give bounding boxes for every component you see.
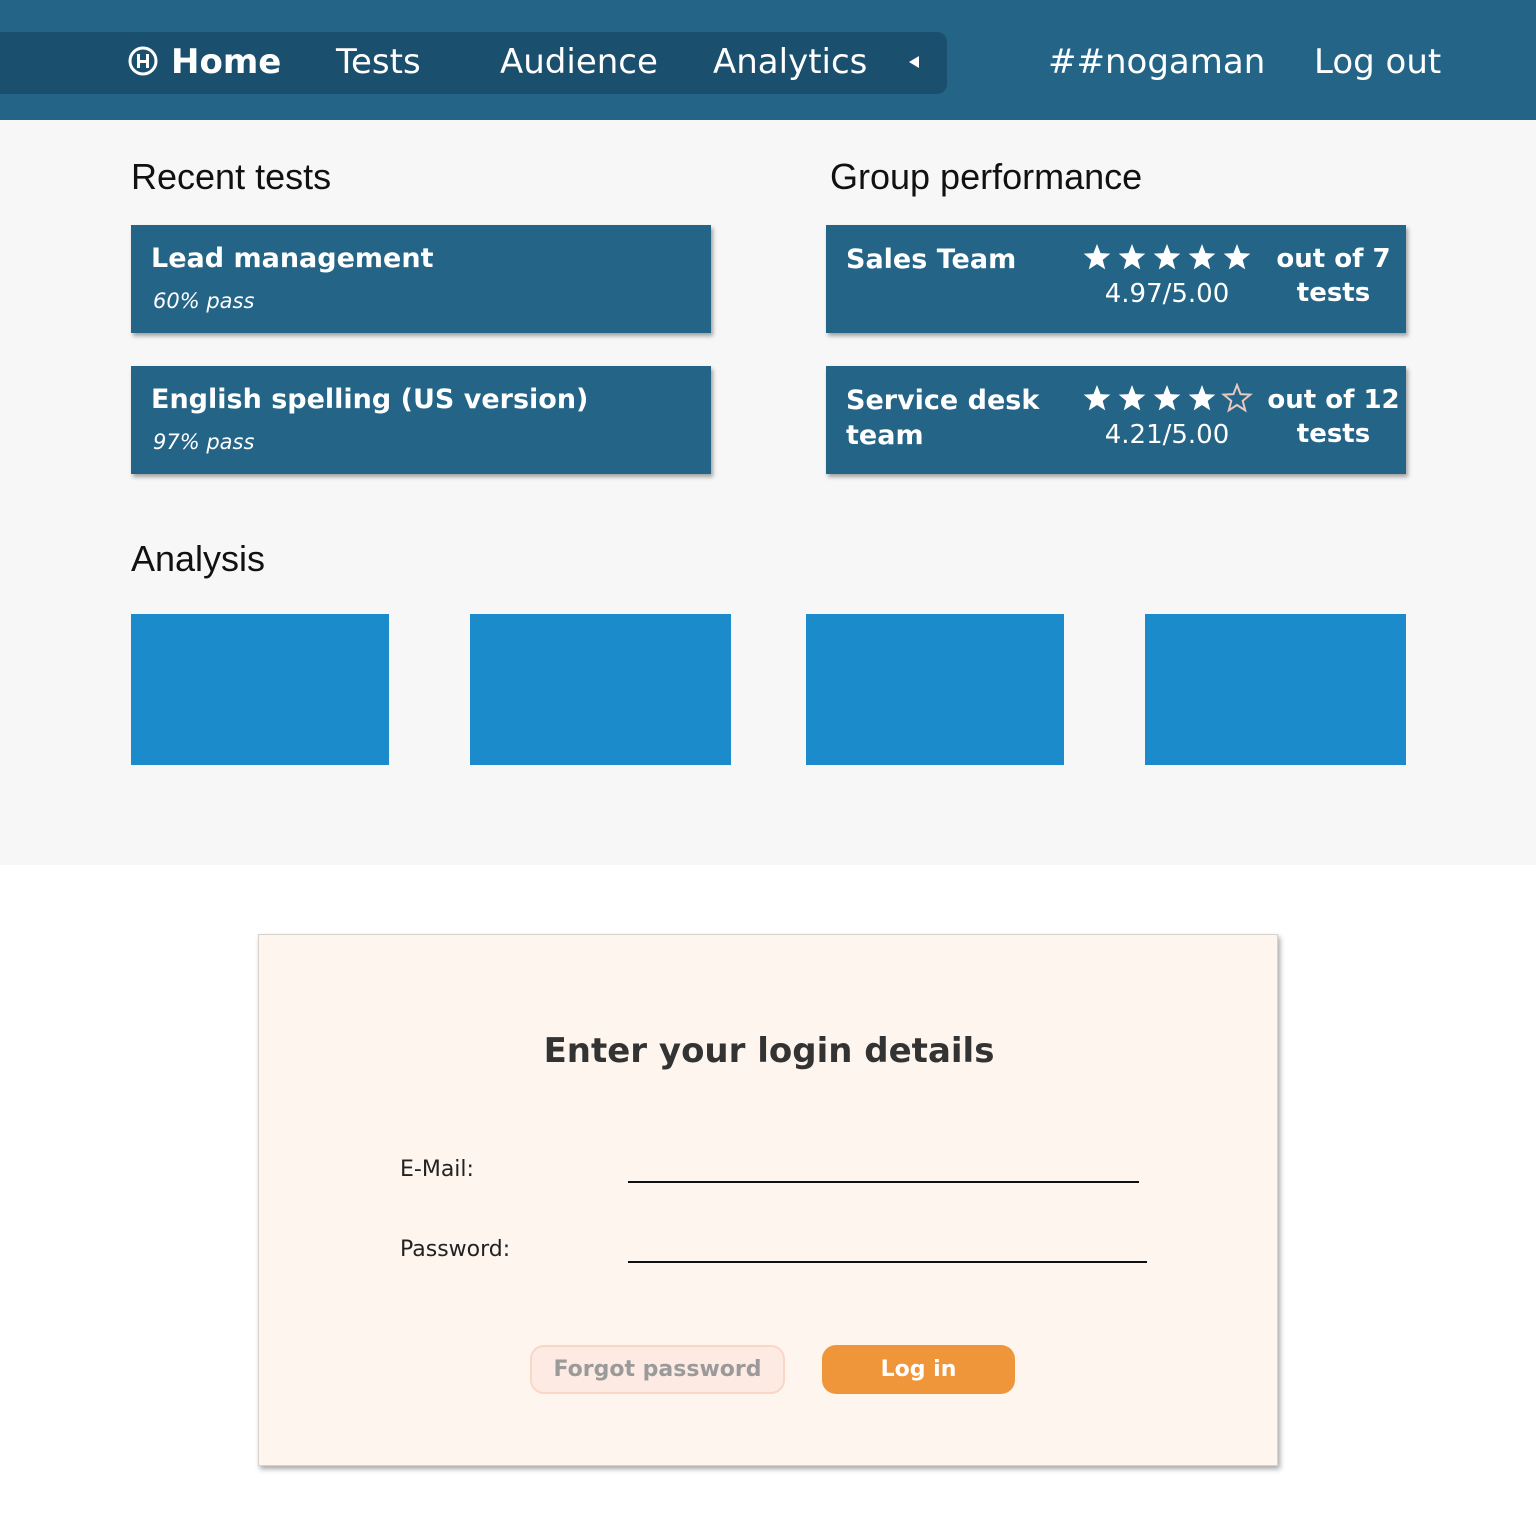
login-dialog: Enter your login details E-Mail: Passwor… <box>258 934 1278 1466</box>
star-filled-icon <box>1083 385 1111 411</box>
group-rating: 4.97/5.00 <box>1104 279 1230 309</box>
analysis-tile[interactable] <box>1145 614 1406 765</box>
group-test-count: out of 12 tests <box>1267 385 1400 449</box>
group-performance-heading: Group performance <box>830 156 1143 197</box>
analysis-tile[interactable] <box>131 614 389 765</box>
group-card[interactable]: Service desk team 4.21/5.00 out of 12 te… <box>826 366 1406 474</box>
login-title: Enter your login details <box>543 1031 995 1071</box>
star-filled-icon <box>1153 385 1181 411</box>
nav-tests[interactable]: Tests <box>336 40 421 84</box>
analysis-heading: Analysis <box>131 538 266 579</box>
star-filled-icon <box>1223 244 1251 270</box>
forgot-password-button[interactable]: Forgot password <box>530 1345 785 1394</box>
email-field[interactable] <box>628 1149 1139 1183</box>
group-test-count: out of 7 tests <box>1276 244 1391 308</box>
recent-test-card[interactable]: English spelling (US version) 97% pass <box>131 366 711 474</box>
star-filled-icon <box>1118 385 1146 411</box>
recent-tests-heading: Recent tests <box>131 156 332 197</box>
login-button[interactable]: Log in <box>822 1345 1015 1394</box>
recent-test-card[interactable]: Lead management 60% pass <box>131 225 711 333</box>
group-card[interactable]: Sales Team 4.97/5.00 out of 7 tests <box>826 225 1406 333</box>
password-field[interactable] <box>628 1229 1147 1263</box>
analysis-tile[interactable] <box>806 614 1064 765</box>
top-navigation-bar: Home Tests Audience Analytics ##nogaman … <box>0 0 1536 120</box>
group-name: Service desk team <box>846 385 1040 451</box>
star-empty-icon <box>1221 383 1253 413</box>
star-rating-icon <box>1083 383 1253 413</box>
recent-test-title: English spelling (US version) <box>151 384 589 415</box>
logout-link[interactable]: Log out <box>1314 40 1441 84</box>
analysis-tile[interactable] <box>470 614 731 765</box>
nav-analytics[interactable]: Analytics <box>713 40 867 84</box>
group-rating: 4.21/5.00 <box>1104 420 1230 450</box>
star-filled-icon <box>1083 244 1111 270</box>
recent-test-title: Lead management <box>151 243 434 274</box>
nav-home[interactable]: Home <box>127 40 281 84</box>
star-filled-icon <box>1118 244 1146 270</box>
home-logo-icon <box>128 46 158 75</box>
star-rating-icon <box>1083 244 1251 270</box>
password-label: Password: <box>400 1237 511 1262</box>
group-name: Sales Team <box>846 244 1017 275</box>
star-filled-icon <box>1188 385 1216 411</box>
nav-audience[interactable]: Audience <box>500 40 658 84</box>
email-label: E-Mail: <box>400 1157 474 1182</box>
user-name[interactable]: ##nogaman <box>1048 40 1265 84</box>
collapse-left-icon[interactable] <box>904 52 924 72</box>
recent-test-pass-rate: 97% pass <box>153 430 255 454</box>
recent-test-pass-rate: 60% pass <box>153 289 255 313</box>
nav-home-label: Home <box>171 42 282 82</box>
star-filled-icon <box>1188 244 1216 270</box>
star-filled-icon <box>1153 244 1181 270</box>
